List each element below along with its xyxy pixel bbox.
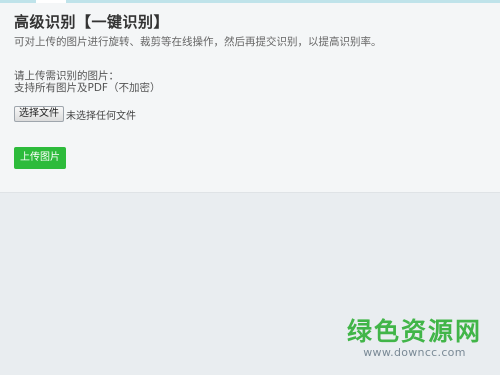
choose-file-button[interactable]: 选择文件 <box>14 106 64 122</box>
watermark: 绿色资源网 www.downcc.com <box>347 318 482 360</box>
page-title: 高级识别【一键识别】 <box>14 13 170 31</box>
watermark-url: www.downcc.com <box>363 346 466 359</box>
page-description: 可对上传的图片进行旋转、裁剪等在线操作，然后再提交识别，以提高识别率。 <box>14 36 382 48</box>
recognition-panel: 高级识别【一键识别】 可对上传的图片进行旋转、裁剪等在线操作，然后再提交识别，以… <box>0 3 500 193</box>
watermark-title: 绿色资源网 <box>346 317 482 346</box>
upload-prompt: 请上传需识别的图片： <box>14 70 119 82</box>
file-input-row: 选择文件 未选择任何文件 <box>14 106 486 122</box>
upload-instructions: 请上传需识别的图片： 支持所有图片及PDF（不加密） <box>14 70 486 94</box>
upload-image-button[interactable]: 上传图片 <box>14 147 66 169</box>
file-status-text: 未选择任何文件 <box>66 110 136 122</box>
supported-formats: 支持所有图片及PDF（不加密） <box>14 82 161 94</box>
